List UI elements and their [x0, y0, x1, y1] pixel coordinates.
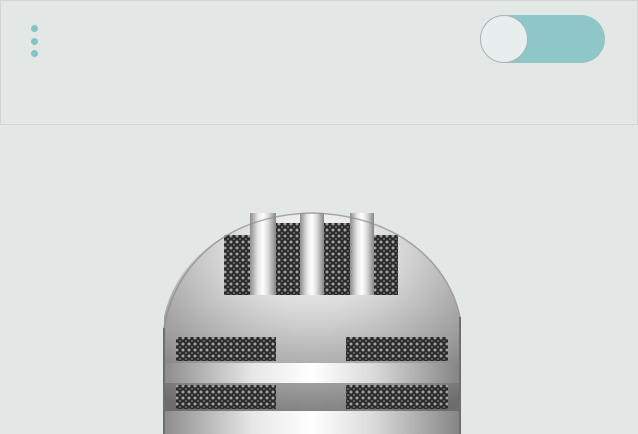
menu-dot — [31, 25, 38, 32]
record-toggle[interactable] — [480, 15, 605, 63]
menu-dot — [31, 38, 38, 45]
microphone-icon[interactable] — [0, 125, 638, 434]
microphone-area — [0, 125, 638, 434]
app-window — [0, 0, 638, 434]
menu-button[interactable] — [25, 21, 45, 61]
top-bar — [0, 0, 638, 125]
toggle-knob[interactable] — [480, 15, 528, 63]
menu-dot — [31, 50, 38, 57]
